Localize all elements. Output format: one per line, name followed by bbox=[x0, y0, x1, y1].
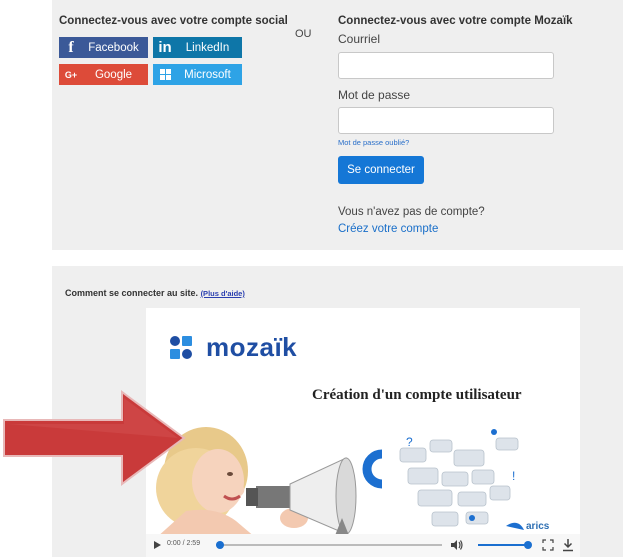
forgot-password-link[interactable]: Mot de passe oublié? bbox=[338, 138, 409, 147]
google-login-button[interactable]: G+ Google bbox=[59, 64, 148, 85]
google-label: Google bbox=[94, 68, 133, 81]
connect-button[interactable]: Se connecter bbox=[338, 156, 424, 184]
svg-text:!: ! bbox=[512, 469, 515, 483]
linkedin-label: LinkedIn bbox=[185, 41, 230, 54]
tutorial-video[interactable]: mozaïk Création d'un compte utilisateur bbox=[146, 308, 580, 557]
help-heading-text: Comment se connecter au site. bbox=[65, 288, 199, 298]
email-field[interactable] bbox=[338, 52, 554, 79]
red-arrow-pointer bbox=[3, 390, 186, 486]
facebook-label: Facebook bbox=[88, 41, 139, 54]
microsoft-label: Microsoft bbox=[184, 68, 231, 81]
video-title: Création d'un compte utilisateur bbox=[312, 387, 522, 403]
mozaik-logo-text: mozaïk bbox=[206, 332, 298, 362]
mozaik-login-heading: Connectez-vous avec votre compte Mozaïk bbox=[338, 15, 573, 27]
facebook-icon: f bbox=[68, 38, 74, 56]
create-account-link[interactable]: Créez votre compte bbox=[338, 223, 438, 235]
woman-megaphone-illustration: ? ! bbox=[156, 427, 524, 538]
social-login-heading: Connectez-vous avec votre compte social bbox=[59, 15, 288, 27]
linkedin-icon: in bbox=[158, 39, 172, 56]
help-heading: Comment se connecter au site. (Plus d'ai… bbox=[65, 288, 245, 298]
email-label: Courriel bbox=[338, 32, 381, 46]
volume-handle[interactable] bbox=[524, 541, 532, 549]
or-separator: OU bbox=[295, 28, 312, 40]
fullscreen-icon[interactable] bbox=[542, 539, 554, 551]
mozaik-logo: mozaïk bbox=[168, 332, 297, 363]
password-label: Mot de passe bbox=[338, 88, 411, 102]
video-progress-bar[interactable] bbox=[216, 541, 442, 549]
play-icon[interactable] bbox=[154, 541, 161, 549]
volume-slider[interactable] bbox=[478, 541, 532, 549]
volume-icon[interactable] bbox=[450, 538, 464, 552]
login-panel: Connectez-vous avec votre compte social … bbox=[52, 0, 623, 250]
video-time: 0:00 / 2:59 bbox=[167, 540, 201, 547]
mozaik-logo-icon bbox=[170, 335, 192, 359]
progress-handle[interactable] bbox=[216, 541, 224, 549]
download-icon[interactable] bbox=[562, 538, 574, 552]
no-account-text: Vous n'avez pas de compte? bbox=[338, 206, 485, 218]
video-controls: 0:00 / 2:59 bbox=[146, 534, 580, 557]
windows-icon bbox=[153, 64, 177, 85]
password-field[interactable] bbox=[338, 107, 554, 134]
linkedin-login-button[interactable]: in LinkedIn bbox=[153, 37, 242, 58]
aricks-brand: arics bbox=[526, 521, 550, 532]
facebook-login-button[interactable]: f Facebook bbox=[59, 37, 148, 58]
microsoft-login-button[interactable]: Microsoft bbox=[153, 64, 242, 85]
more-help-link[interactable]: (Plus d'aide) bbox=[201, 289, 245, 298]
google-plus-icon: G+ bbox=[64, 69, 78, 80]
svg-text:?: ? bbox=[406, 435, 413, 449]
